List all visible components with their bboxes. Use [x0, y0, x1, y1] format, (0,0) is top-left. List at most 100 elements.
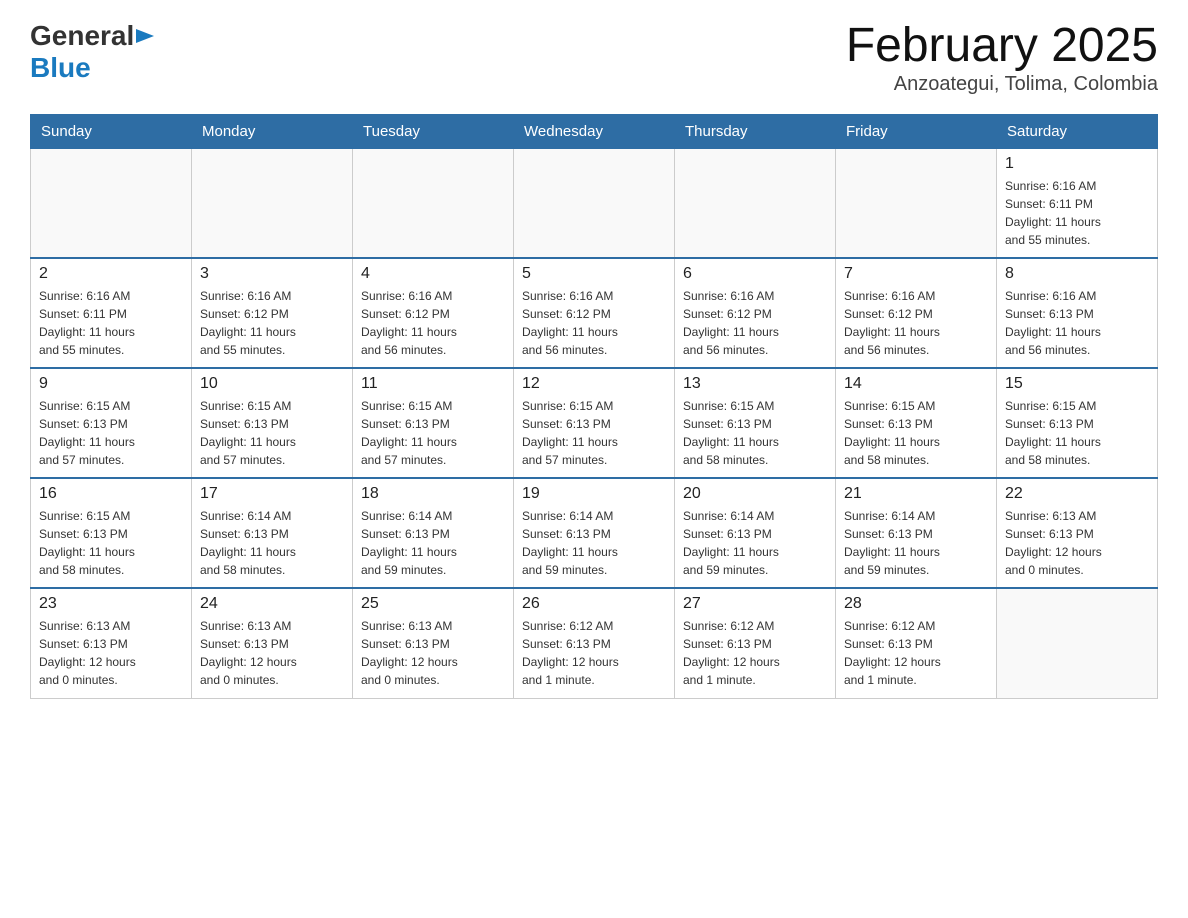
day-number: 17 — [200, 485, 344, 503]
calendar-cell: 25 Sunrise: 6:13 AM Sunset: 6:13 PM Dayli… — [353, 588, 514, 698]
calendar-cell — [192, 148, 353, 258]
calendar-week-row: 2 Sunrise: 6:16 AM Sunset: 6:11 PM Daylig… — [31, 258, 1158, 368]
day-info: Sunrise: 6:12 AM Sunset: 6:13 PM Dayligh… — [844, 617, 988, 689]
day-info: Sunrise: 6:16 AM Sunset: 6:11 PM Dayligh… — [39, 287, 183, 359]
logo-flag-icon — [134, 27, 156, 45]
calendar-cell: 14 Sunrise: 6:15 AM Sunset: 6:13 PM Dayli… — [836, 368, 997, 478]
day-number: 21 — [844, 485, 988, 503]
day-info: Sunrise: 6:15 AM Sunset: 6:13 PM Dayligh… — [683, 397, 827, 469]
calendar-cell: 23 Sunrise: 6:13 AM Sunset: 6:13 PM Dayli… — [31, 588, 192, 698]
title-area: February 2025 Anzoategui, Tolima, Colomb… — [846, 20, 1158, 96]
day-info: Sunrise: 6:12 AM Sunset: 6:13 PM Dayligh… — [522, 617, 666, 689]
calendar-header-saturday: Saturday — [997, 114, 1158, 148]
calendar-cell: 3 Sunrise: 6:16 AM Sunset: 6:12 PM Daylig… — [192, 258, 353, 368]
calendar-header-thursday: Thursday — [675, 114, 836, 148]
day-info: Sunrise: 6:14 AM Sunset: 6:13 PM Dayligh… — [844, 507, 988, 579]
calendar-cell — [353, 148, 514, 258]
day-info: Sunrise: 6:13 AM Sunset: 6:13 PM Dayligh… — [39, 617, 183, 689]
day-number: 19 — [522, 485, 666, 503]
calendar-table: SundayMondayTuesdayWednesdayThursdayFrid… — [30, 114, 1158, 699]
day-number: 28 — [844, 595, 988, 613]
calendar-cell — [31, 148, 192, 258]
calendar-cell: 9Sunrise: 6:15 AM Sunset: 6:13 PM Daylig… — [31, 368, 192, 478]
day-info: Sunrise: 6:15 AM Sunset: 6:13 PM Dayligh… — [361, 397, 505, 469]
calendar-cell: 16 Sunrise: 6:15 AM Sunset: 6:13 PM Dayli… — [31, 478, 192, 588]
day-number: 26 — [522, 595, 666, 613]
calendar-cell: 12 Sunrise: 6:15 AM Sunset: 6:13 PM Dayli… — [514, 368, 675, 478]
day-number: 5 — [522, 265, 666, 283]
day-number: 18 — [361, 485, 505, 503]
day-info: Sunrise: 6:16 AM Sunset: 6:12 PM Dayligh… — [522, 287, 666, 359]
day-info: Sunrise: 6:16 AM Sunset: 6:12 PM Dayligh… — [844, 287, 988, 359]
day-number: 4 — [361, 265, 505, 283]
day-info: Sunrise: 6:14 AM Sunset: 6:13 PM Dayligh… — [522, 507, 666, 579]
day-info: Sunrise: 6:16 AM Sunset: 6:12 PM Dayligh… — [683, 287, 827, 359]
calendar-cell: 8 Sunrise: 6:16 AM Sunset: 6:13 PM Daylig… — [997, 258, 1158, 368]
day-info: Sunrise: 6:14 AM Sunset: 6:13 PM Dayligh… — [200, 507, 344, 579]
day-info: Sunrise: 6:15 AM Sunset: 6:13 PM Dayligh… — [522, 397, 666, 469]
day-number: 27 — [683, 595, 827, 613]
day-info: Sunrise: 6:12 AM Sunset: 6:13 PM Dayligh… — [683, 617, 827, 689]
day-number: 1 — [1005, 155, 1149, 173]
day-info: Sunrise: 6:13 AM Sunset: 6:13 PM Dayligh… — [200, 617, 344, 689]
calendar-cell: 24Sunrise: 6:13 AM Sunset: 6:13 PM Dayli… — [192, 588, 353, 698]
day-info: Sunrise: 6:15 AM Sunset: 6:13 PM Dayligh… — [1005, 397, 1149, 469]
calendar-cell: 13 Sunrise: 6:15 AM Sunset: 6:13 PM Dayli… — [675, 368, 836, 478]
day-number: 7 — [844, 265, 988, 283]
calendar-cell: 18 Sunrise: 6:14 AM Sunset: 6:13 PM Dayli… — [353, 478, 514, 588]
calendar-cell — [997, 588, 1158, 698]
calendar-week-row: 16 Sunrise: 6:15 AM Sunset: 6:13 PM Dayli… — [31, 478, 1158, 588]
day-number: 8 — [1005, 265, 1149, 283]
day-number: 16 — [39, 485, 183, 503]
day-info: Sunrise: 6:15 AM Sunset: 6:13 PM Dayligh… — [39, 507, 183, 579]
calendar-cell: 22 Sunrise: 6:13 AM Sunset: 6:13 PM Dayli… — [997, 478, 1158, 588]
logo: General Blue — [30, 20, 156, 84]
day-info: Sunrise: 6:16 AM Sunset: 6:12 PM Dayligh… — [200, 287, 344, 359]
calendar-week-row: 1 Sunrise: 6:16 AM Sunset: 6:11 PM Daylig… — [31, 148, 1158, 258]
header: General Blue February 2025 Anzoategui, T… — [30, 20, 1158, 96]
day-number: 13 — [683, 375, 827, 393]
day-number: 23 — [39, 595, 183, 613]
day-info: Sunrise: 6:14 AM Sunset: 6:13 PM Dayligh… — [361, 507, 505, 579]
calendar-cell — [514, 148, 675, 258]
calendar-cell: 1 Sunrise: 6:16 AM Sunset: 6:11 PM Daylig… — [997, 148, 1158, 258]
calendar-cell: 7 Sunrise: 6:16 AM Sunset: 6:12 PM Daylig… — [836, 258, 997, 368]
day-number: 15 — [1005, 375, 1149, 393]
month-title: February 2025 — [846, 20, 1158, 73]
day-number: 22 — [1005, 485, 1149, 503]
calendar-header-monday: Monday — [192, 114, 353, 148]
day-number: 11 — [361, 375, 505, 393]
calendar-cell: 15 Sunrise: 6:15 AM Sunset: 6:13 PM Dayli… — [997, 368, 1158, 478]
calendar-cell: 21 Sunrise: 6:14 AM Sunset: 6:13 PM Dayli… — [836, 478, 997, 588]
day-number: 14 — [844, 375, 988, 393]
day-number: 25 — [361, 595, 505, 613]
calendar-week-row: 23 Sunrise: 6:13 AM Sunset: 6:13 PM Dayli… — [31, 588, 1158, 698]
calendar-cell: 11 Sunrise: 6:15 AM Sunset: 6:13 PM Dayli… — [353, 368, 514, 478]
day-info: Sunrise: 6:16 AM Sunset: 6:11 PM Dayligh… — [1005, 177, 1149, 249]
logo-general-text: General — [30, 20, 134, 52]
calendar-cell: 20Sunrise: 6:14 AM Sunset: 6:13 PM Dayli… — [675, 478, 836, 588]
day-number: 12 — [522, 375, 666, 393]
calendar-header-sunday: Sunday — [31, 114, 192, 148]
day-number: 3 — [200, 265, 344, 283]
day-info: Sunrise: 6:13 AM Sunset: 6:13 PM Dayligh… — [361, 617, 505, 689]
calendar-cell: 5 Sunrise: 6:16 AM Sunset: 6:12 PM Daylig… — [514, 258, 675, 368]
day-number: 6 — [683, 265, 827, 283]
day-number: 20 — [683, 485, 827, 503]
calendar-cell: 26 Sunrise: 6:12 AM Sunset: 6:13 PM Dayli… — [514, 588, 675, 698]
calendar-cell — [836, 148, 997, 258]
calendar-cell — [675, 148, 836, 258]
calendar-header-tuesday: Tuesday — [353, 114, 514, 148]
day-number: 10 — [200, 375, 344, 393]
calendar-cell: 17 Sunrise: 6:14 AM Sunset: 6:13 PM Dayli… — [192, 478, 353, 588]
logo-blue-text: Blue — [30, 52, 91, 83]
calendar-cell: 10Sunrise: 6:15 AM Sunset: 6:13 PM Dayli… — [192, 368, 353, 478]
calendar-cell: 27 Sunrise: 6:12 AM Sunset: 6:13 PM Dayli… — [675, 588, 836, 698]
day-info: Sunrise: 6:16 AM Sunset: 6:13 PM Dayligh… — [1005, 287, 1149, 359]
calendar-header-row: SundayMondayTuesdayWednesdayThursdayFrid… — [31, 114, 1158, 148]
day-info: Sunrise: 6:15 AM Sunset: 6:13 PM Dayligh… — [844, 397, 988, 469]
day-info: Sunrise: 6:13 AM Sunset: 6:13 PM Dayligh… — [1005, 507, 1149, 579]
day-number: 9 — [39, 375, 183, 393]
day-number: 2 — [39, 265, 183, 283]
day-info: Sunrise: 6:16 AM Sunset: 6:12 PM Dayligh… — [361, 287, 505, 359]
